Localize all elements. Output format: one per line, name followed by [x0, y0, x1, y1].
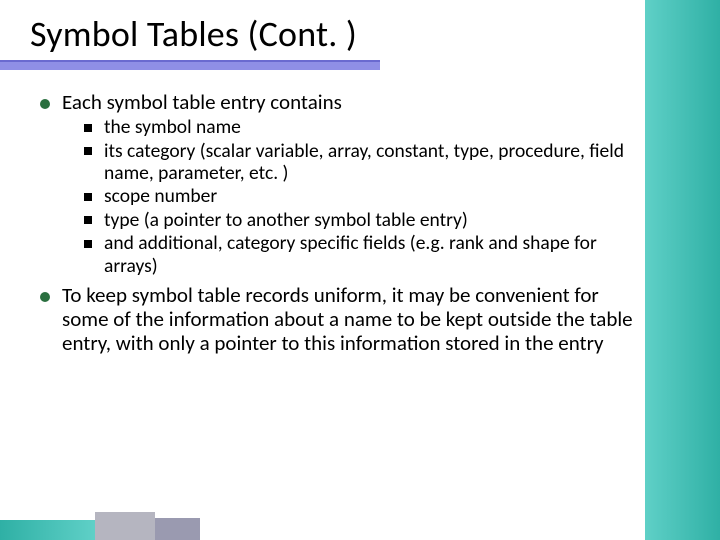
sub-bullet-text: the symbol name: [104, 115, 241, 139]
sub-bullet-item: and additional, category specific fields…: [84, 232, 635, 277]
slide: Symbol Tables (Cont. ) Each symbol table…: [0, 0, 720, 540]
sub-bullet-list: the symbol name its category (scalar var…: [62, 116, 635, 277]
slide-body: Each symbol table entry contains the sym…: [38, 90, 635, 362]
title-underline: [0, 60, 380, 70]
bullet-text: Each symbol table entry contains: [62, 89, 342, 115]
side-accent-band: [645, 0, 720, 540]
slide-title: Symbol Tables (Cont. ): [30, 12, 357, 56]
sub-bullet-item: scope number: [84, 185, 635, 207]
sub-bullet-text: and additional, category specific fields…: [104, 231, 597, 277]
bullet-text: To keep symbol table records uniform, it…: [62, 282, 633, 356]
bullet-list: Each symbol table entry contains the sym…: [38, 90, 635, 356]
deco-block-grey: [95, 512, 155, 540]
bullet-item: To keep symbol table records uniform, it…: [38, 283, 635, 355]
deco-block-grey2: [155, 518, 200, 540]
sub-bullet-item: the symbol name: [84, 116, 635, 138]
sub-bullet-text: scope number: [104, 184, 217, 208]
deco-block-teal: [0, 520, 95, 540]
sub-bullet-item: type (a pointer to another symbol table …: [84, 209, 635, 231]
sub-bullet-item: its category (scalar variable, array, co…: [84, 140, 635, 185]
sub-bullet-text: type (a pointer to another symbol table …: [104, 208, 468, 232]
bullet-item: Each symbol table entry contains the sym…: [38, 90, 635, 277]
sub-bullet-text: its category (scalar variable, array, co…: [104, 139, 624, 185]
corner-decoration: [0, 512, 200, 540]
